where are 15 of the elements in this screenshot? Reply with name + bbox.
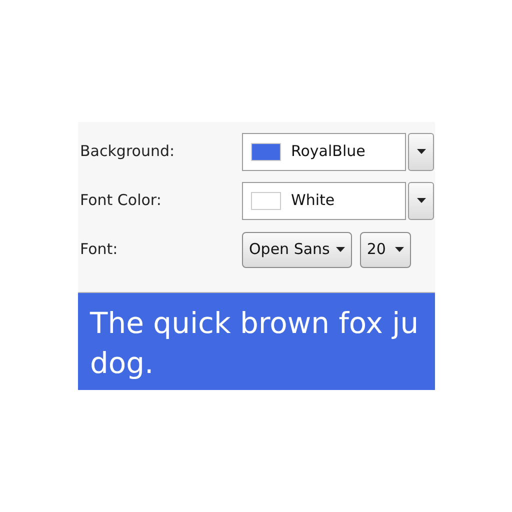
size-dropdown[interactable]: 20 <box>360 232 411 268</box>
font-dropdown[interactable]: Open Sans <box>242 232 352 268</box>
dropdown-button[interactable] <box>408 132 434 170</box>
caret-icon <box>416 149 426 154</box>
caret-icon <box>416 198 426 203</box>
dropdown-button[interactable] <box>408 182 434 220</box>
caret-icon <box>394 247 404 252</box>
setting-label: Background: <box>80 141 176 162</box>
preview-text: The quick brown fox ju <box>90 305 419 342</box>
setting-label: Font Color: <box>80 190 162 212</box>
caret-icon <box>336 247 345 252</box>
color-field[interactable]: White <box>242 182 406 220</box>
setting-label: Font: <box>80 239 119 260</box>
preview-text: dog. <box>90 345 154 382</box>
color-field[interactable]: RoyalBlue <box>242 132 406 170</box>
